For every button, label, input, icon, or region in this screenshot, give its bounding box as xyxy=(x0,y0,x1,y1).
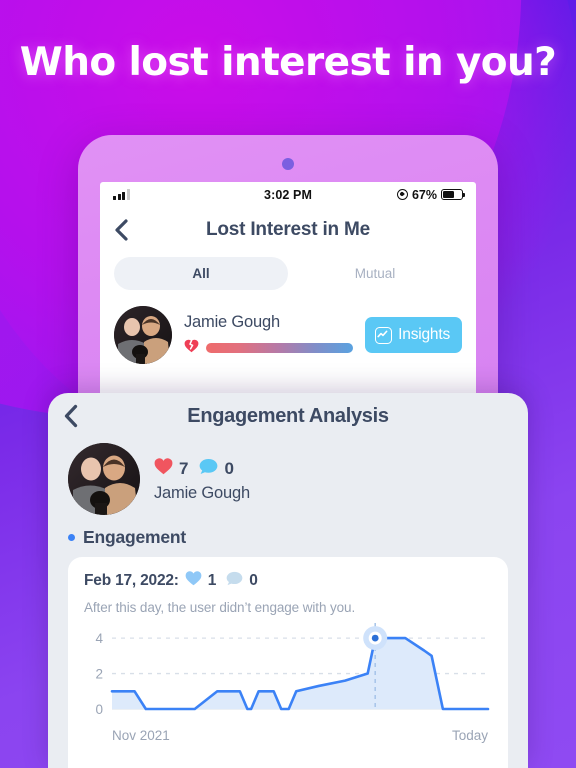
headline: Who lost interest in you? xyxy=(19,40,557,85)
profile-summary: 7 0 Jamie Gough xyxy=(48,439,528,515)
avatar xyxy=(68,443,140,515)
engagement-chart-svg[interactable]: 0 2 4 xyxy=(84,623,492,727)
comment-bubble-icon xyxy=(199,458,218,480)
card-note: After this day, the user didn’t engage w… xyxy=(84,600,356,615)
profile-stats: 7 0 xyxy=(154,457,250,480)
battery-icon xyxy=(441,189,466,200)
card-date-row: Feb 17, 2022: 1 0 xyxy=(84,571,492,591)
heart-icon xyxy=(185,571,202,591)
tab-all[interactable]: All xyxy=(114,257,288,290)
section-label: Engagement xyxy=(83,527,187,547)
avatar xyxy=(114,306,172,364)
section-header: Engagement xyxy=(48,515,528,557)
engagement-analysis-sheet: Engagement Analysis 7 0 Jamie Gough Enga… xyxy=(48,393,528,768)
engagement-card: Feb 17, 2022: 1 0 After this day, the us… xyxy=(68,557,508,768)
heart-icon xyxy=(154,457,173,480)
signal-bars-icon xyxy=(113,189,203,200)
bullet-dot-icon xyxy=(68,534,75,541)
chart-x-axis-labels: Nov 2021 Today xyxy=(84,727,492,743)
profile-text: 7 0 Jamie Gough xyxy=(154,456,250,503)
chart-y-tick-labels: 0 2 4 xyxy=(95,631,103,717)
x-tick-start: Nov 2021 xyxy=(112,728,170,743)
page-title: Lost Interest in Me xyxy=(205,219,371,240)
status-bar-time: 3:02 PM xyxy=(264,187,312,202)
list-item-content: Jamie Gough xyxy=(184,312,354,358)
list-item-name: Jamie Gough xyxy=(184,312,280,331)
insights-button-label: Insights xyxy=(398,326,450,343)
card-likes-count: 1 xyxy=(207,572,217,589)
location-arrow-icon xyxy=(396,189,408,200)
card-comments-count: 0 xyxy=(249,572,258,589)
insights-button[interactable]: Insights xyxy=(365,317,462,353)
analytics-chart-icon xyxy=(375,326,393,344)
tab-bar: All Mutual xyxy=(100,253,476,290)
x-tick-end: Today xyxy=(451,728,488,743)
broken-heart-icon xyxy=(184,339,199,358)
chart-marker-center xyxy=(371,634,379,642)
profile-name: Jamie Gough xyxy=(154,483,250,502)
status-bar: 3:02 PM 67% xyxy=(100,182,476,207)
comment-bubble-icon xyxy=(226,571,243,591)
engagement-chart[interactable]: 0 2 4 Nov 2021 Today xyxy=(84,623,492,743)
sheet-navbar: Engagement Analysis xyxy=(48,393,528,439)
user-avatar-photo xyxy=(114,306,172,364)
chart-y-tick: 2 xyxy=(95,667,103,682)
engagement-score-bar xyxy=(206,343,354,353)
likes-count: 7 xyxy=(179,458,189,478)
tab-mutual[interactable]: Mutual xyxy=(288,257,462,290)
card-date-label: Feb 17, 2022: xyxy=(84,572,179,589)
list-item[interactable]: Jamie Gough Insights xyxy=(100,290,476,364)
score-row xyxy=(184,339,354,358)
status-bar-right: 67% xyxy=(373,187,466,202)
user-avatar-photo xyxy=(68,443,140,515)
camera-dot-icon xyxy=(282,158,294,170)
chart-y-tick: 4 xyxy=(95,631,103,646)
battery-percent-label: 67% xyxy=(411,187,437,202)
sheet-title: Engagement Analysis xyxy=(187,404,389,427)
comments-count: 0 xyxy=(224,458,234,478)
chart-y-tick: 0 xyxy=(95,702,103,717)
phone-navbar: Lost Interest in Me xyxy=(100,207,476,253)
